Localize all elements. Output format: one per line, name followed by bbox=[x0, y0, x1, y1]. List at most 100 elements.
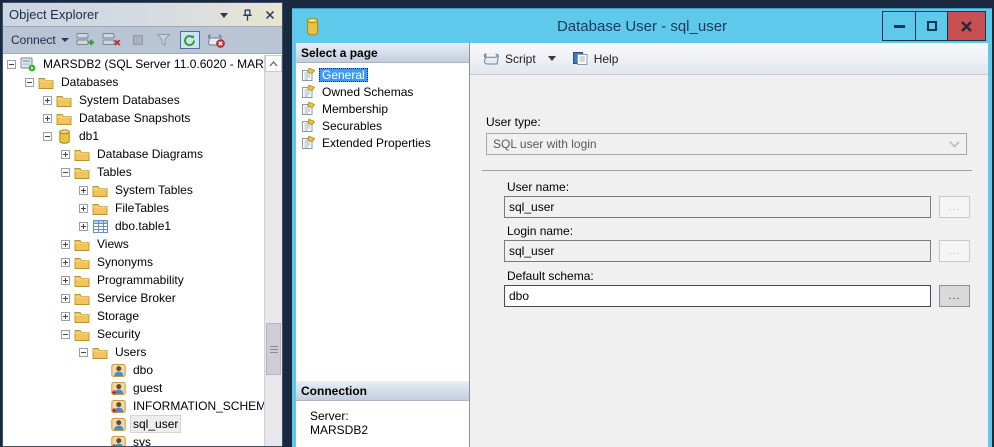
expand-icon[interactable] bbox=[79, 204, 88, 213]
expand-icon[interactable] bbox=[61, 294, 70, 303]
connection-panel: Connection Server: MARSDB2 Connection: bbox=[296, 381, 469, 447]
scrollbar-thumb[interactable] bbox=[266, 323, 281, 375]
expand-icon[interactable] bbox=[61, 240, 70, 249]
tree-item-users[interactable]: Users bbox=[3, 343, 282, 361]
collapse-icon[interactable] bbox=[79, 348, 88, 357]
table-icon bbox=[92, 220, 108, 233]
collapse-icon[interactable] bbox=[43, 132, 52, 141]
collapse-icon[interactable] bbox=[61, 330, 70, 339]
pin-icon[interactable] bbox=[240, 8, 254, 22]
page-item-owned-schemas[interactable]: Owned Schemas bbox=[296, 83, 469, 100]
folder-icon bbox=[74, 256, 90, 269]
object-tree: MARSDB2 (SQL Server 11.0.6020 - MARSD Da… bbox=[3, 55, 282, 446]
script-button[interactable]: Script bbox=[480, 50, 538, 68]
folder-icon bbox=[74, 166, 90, 179]
browse-button: ... bbox=[939, 240, 970, 262]
tree-item-dbo-table1[interactable]: dbo.table1 bbox=[3, 217, 282, 235]
filter-icon bbox=[154, 31, 174, 49]
page-icon bbox=[300, 101, 316, 116]
oe-toolbar-buttons bbox=[76, 31, 226, 49]
collapse-icon[interactable] bbox=[25, 78, 34, 87]
tree-item-database-diagrams[interactable]: Database Diagrams bbox=[3, 145, 282, 163]
expand-icon[interactable] bbox=[61, 258, 70, 267]
expand-icon[interactable] bbox=[61, 150, 70, 159]
collapse-icon[interactable] bbox=[7, 60, 16, 69]
user-type-select[interactable]: SQL user with login bbox=[486, 133, 967, 155]
tree-item-label: Tables bbox=[95, 164, 134, 180]
close-button[interactable] bbox=[947, 12, 985, 40]
tree-item-sys[interactable]: sys bbox=[3, 433, 282, 446]
remove-filter-icon[interactable] bbox=[206, 31, 226, 49]
tree-item-filetables[interactable]: FileTables bbox=[3, 199, 282, 217]
close-icon[interactable] bbox=[263, 8, 277, 22]
tree-item-db1[interactable]: db1 bbox=[3, 127, 282, 145]
tree-item-label: INFORMATION_SCHEM bbox=[131, 398, 268, 414]
folder-icon bbox=[92, 346, 108, 359]
tree-scrollbar[interactable] bbox=[264, 55, 282, 446]
expand-icon[interactable] bbox=[61, 312, 70, 321]
select-a-page-pane: Select a page General Owned Schemas Memb… bbox=[296, 43, 470, 447]
object-explorer-title: Object Explorer bbox=[9, 7, 99, 22]
script-dropdown-icon[interactable] bbox=[548, 56, 556, 61]
tree-item-security[interactable]: Security bbox=[3, 325, 282, 343]
chevron-down-icon bbox=[61, 38, 69, 42]
page-item-general[interactable]: General bbox=[296, 66, 469, 83]
expand-icon[interactable] bbox=[79, 186, 88, 195]
expand-icon[interactable] bbox=[43, 114, 52, 123]
tree-item-dbo[interactable]: dbo bbox=[3, 361, 282, 379]
help-button[interactable]: Help bbox=[570, 49, 621, 68]
user-disabled-icon bbox=[110, 399, 126, 414]
page-item-extended-properties[interactable]: Extended Properties bbox=[296, 134, 469, 151]
browse-button[interactable]: ... bbox=[939, 285, 970, 307]
connect-button[interactable]: Connect bbox=[11, 33, 69, 47]
maximize-button[interactable] bbox=[915, 12, 947, 40]
tree-item-database-snapshots[interactable]: Database Snapshots bbox=[3, 109, 282, 127]
refresh-icon[interactable] bbox=[180, 31, 200, 49]
tree-item-label: System Tables bbox=[113, 182, 195, 198]
tree-item-databases[interactable]: Databases bbox=[3, 73, 282, 91]
collapse-icon[interactable] bbox=[61, 168, 70, 177]
tree-item-marsdb2-sql-server-11-0-6020-m[interactable]: MARSDB2 (SQL Server 11.0.6020 - MARSD bbox=[3, 55, 282, 73]
stop-icon bbox=[128, 31, 148, 49]
disconnect-server-icon[interactable] bbox=[102, 31, 122, 49]
server-value: MARSDB2 bbox=[310, 423, 469, 437]
tree-item-tables[interactable]: Tables bbox=[3, 163, 282, 181]
dialog-titlebar[interactable]: Database User - sql_user bbox=[292, 9, 992, 43]
tree-item-label: Databases bbox=[59, 74, 120, 90]
tree-item-synonyms[interactable]: Synonyms bbox=[3, 253, 282, 271]
tree-item-information-schem[interactable]: INFORMATION_SCHEM bbox=[3, 397, 282, 415]
tree-item-label: Database Snapshots bbox=[77, 110, 192, 126]
field-input bbox=[504, 240, 931, 262]
connect-server-icon[interactable] bbox=[76, 31, 96, 49]
page-item-securables[interactable]: Securables bbox=[296, 117, 469, 134]
user-type-label: User type: bbox=[486, 115, 541, 129]
expand-icon[interactable] bbox=[79, 222, 88, 231]
field-input[interactable] bbox=[504, 285, 931, 307]
tree-item-storage[interactable]: Storage bbox=[3, 307, 282, 325]
folder-icon bbox=[74, 292, 90, 305]
page-item-label: Owned Schemas bbox=[319, 85, 416, 99]
page-item-membership[interactable]: Membership bbox=[296, 100, 469, 117]
window-position-icon[interactable] bbox=[217, 8, 231, 22]
tree-item-system-tables[interactable]: System Tables bbox=[3, 181, 282, 199]
page-icon bbox=[300, 84, 316, 99]
tree-item-label: Storage bbox=[95, 308, 141, 324]
tree-item-service-broker[interactable]: Service Broker bbox=[3, 289, 282, 307]
tree-item-sql-user[interactable]: sql_user bbox=[3, 415, 282, 433]
user-disabled-icon bbox=[110, 381, 126, 396]
tree-item-system-databases[interactable]: System Databases bbox=[3, 91, 282, 109]
tree-item-guest[interactable]: guest bbox=[3, 379, 282, 397]
database-user-dialog: Database User - sql_user Select a page G… bbox=[292, 8, 992, 447]
expand-icon[interactable] bbox=[43, 96, 52, 105]
tree-item-programmability[interactable]: Programmability bbox=[3, 271, 282, 289]
expand-icon[interactable] bbox=[61, 276, 70, 285]
minimize-button[interactable] bbox=[883, 12, 915, 40]
connection-header: Connection bbox=[296, 381, 469, 401]
folder-icon bbox=[56, 112, 72, 125]
folder-icon bbox=[38, 76, 54, 89]
scroll-up-button[interactable] bbox=[265, 55, 282, 72]
dialog-main-pane: Script Help User type: SQL user with log… bbox=[470, 43, 988, 447]
object-explorer-titlebar[interactable]: Object Explorer bbox=[3, 3, 282, 27]
object-explorer-toolbar: Connect bbox=[3, 27, 282, 54]
tree-item-views[interactable]: Views bbox=[3, 235, 282, 253]
